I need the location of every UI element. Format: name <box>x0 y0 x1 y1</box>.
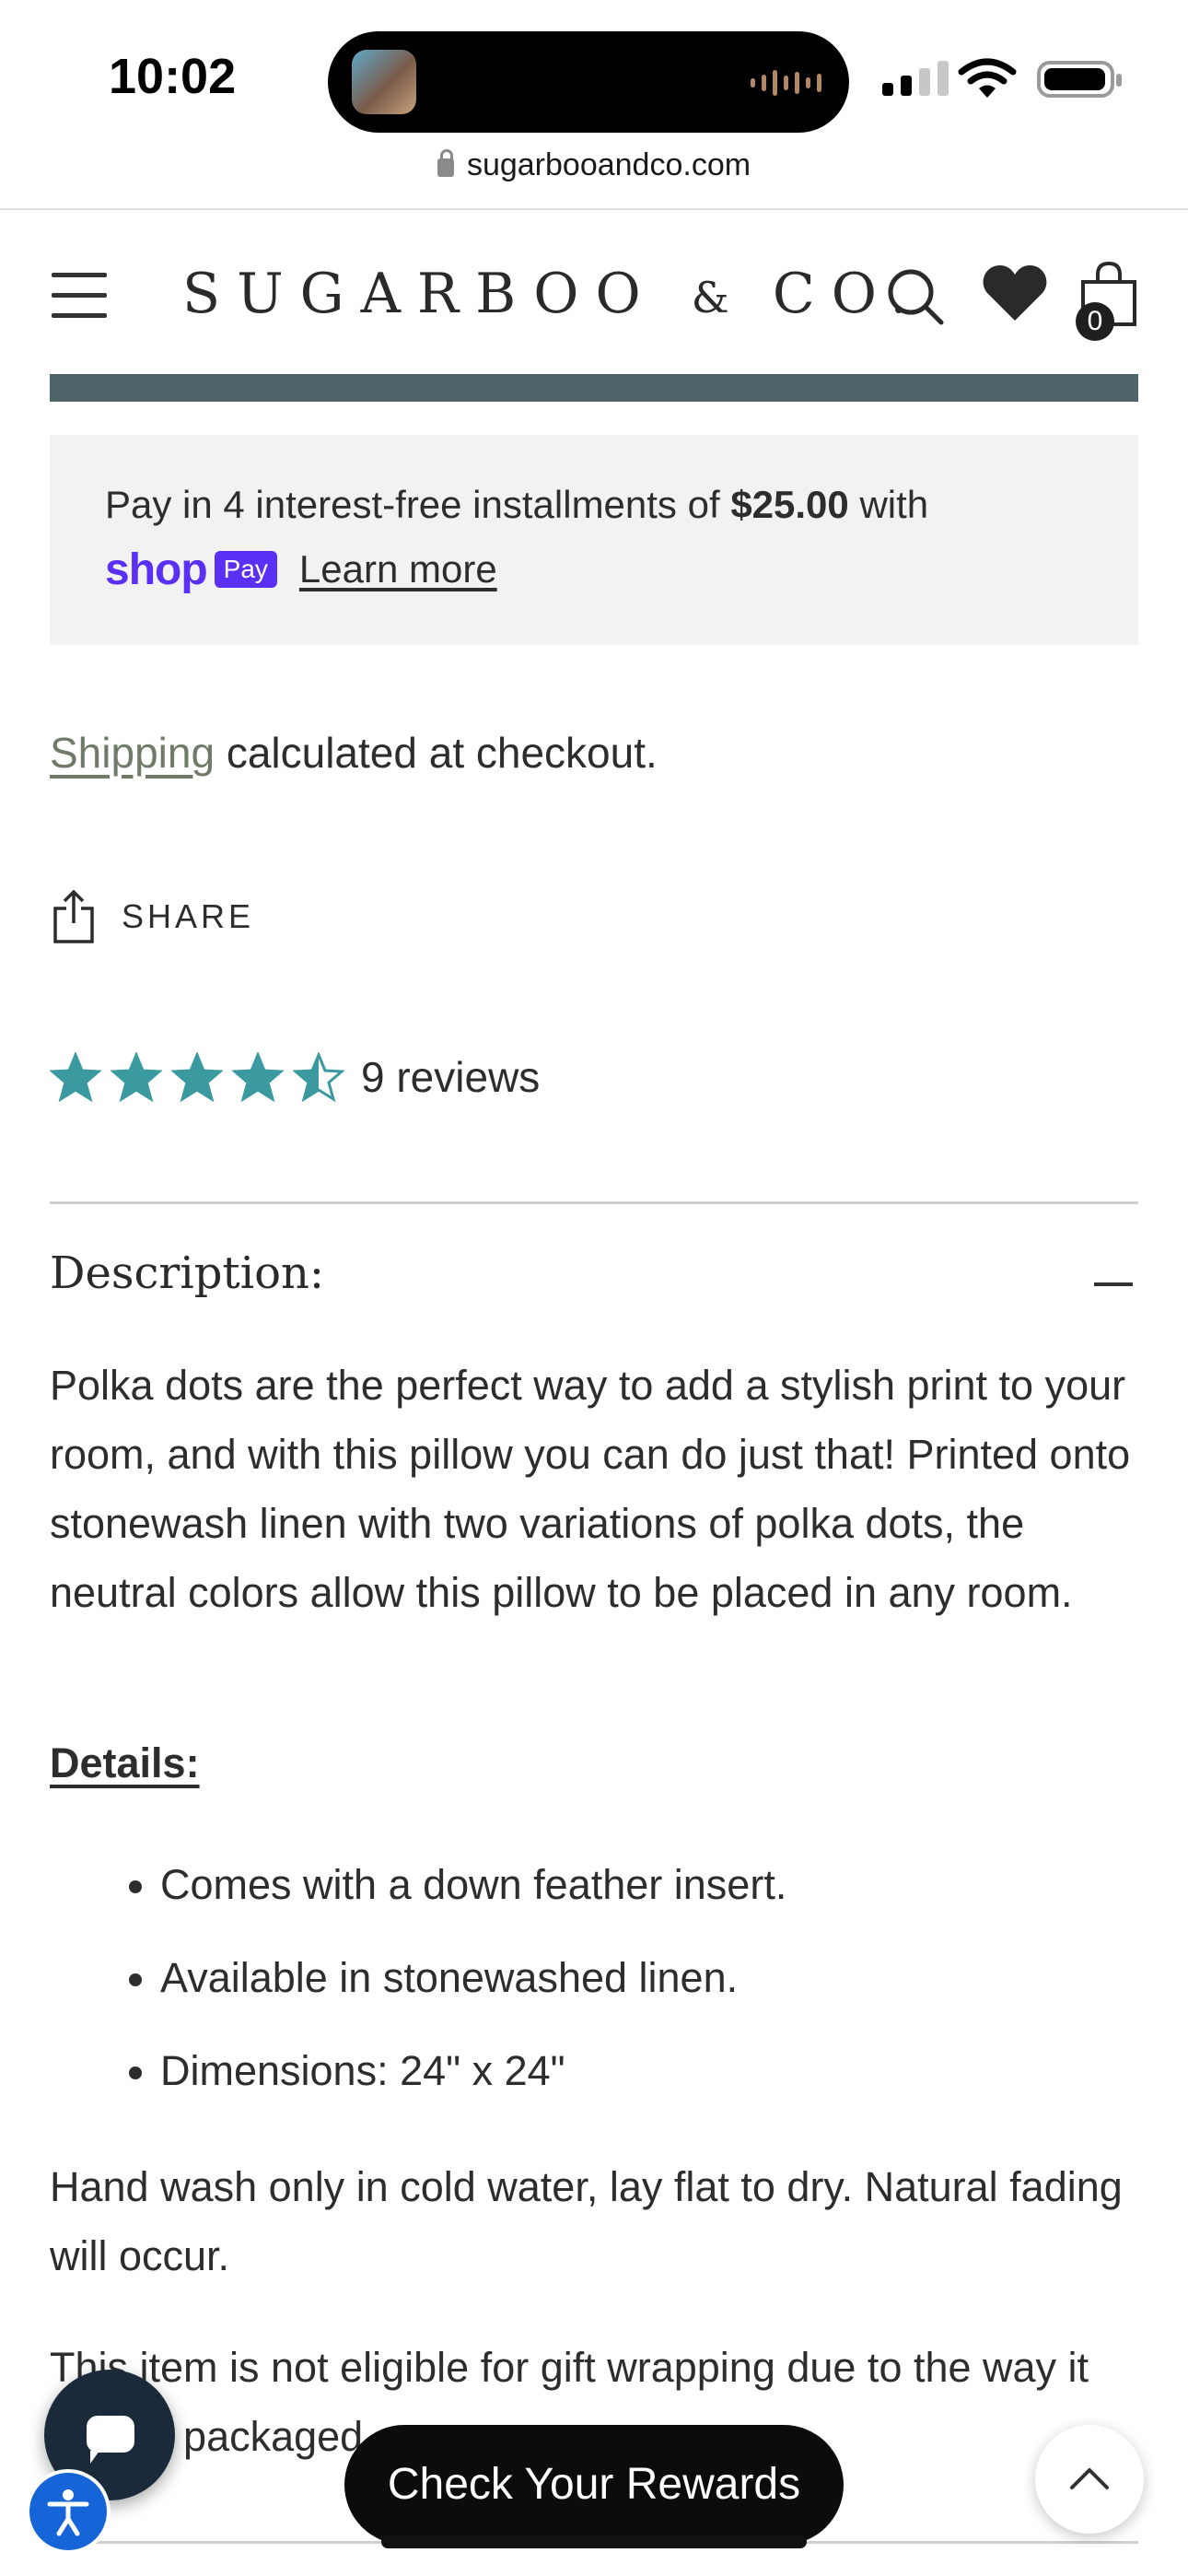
accessibility-icon <box>47 2489 89 2536</box>
details-list: Comes with a down feather insert. Availa… <box>50 1850 786 2129</box>
shop-pay-logo: shop <box>105 544 208 594</box>
list-item: Dimensions: 24" x 24" <box>160 2036 786 2129</box>
share-label: SHARE <box>122 897 255 935</box>
product-rating[interactable]: 9 reviews <box>50 1052 540 1102</box>
care-instructions: Hand wash only in cold water, lay flat t… <box>50 2163 1123 2279</box>
star-icon <box>111 1052 162 1102</box>
menu-icon[interactable] <box>52 273 107 319</box>
details-label: Details: <box>50 1739 200 1786</box>
product-page: 10:02 sugarbooandco.com SUGARBOO & CO. 0… <box>0 0 1188 2576</box>
collapse-minus-icon[interactable] <box>1094 1282 1133 1286</box>
audio-waveform-icon <box>751 68 821 98</box>
accessibility-button[interactable] <box>26 2469 111 2554</box>
pay-badge: Pay <box>214 551 277 588</box>
share-button[interactable]: SHARE <box>52 890 254 943</box>
list-item: Comes with a down feather insert. <box>160 1850 786 1943</box>
search-icon[interactable] <box>886 267 945 326</box>
installment-amount: $25.00 <box>730 483 849 526</box>
wifi-icon <box>958 58 1017 98</box>
address-bar[interactable]: sugarbooandco.com <box>0 147 1188 192</box>
share-icon <box>53 890 94 943</box>
now-playing-thumbnail <box>352 50 416 114</box>
cart-count-badge: 0 <box>1076 302 1114 341</box>
shipping-link[interactable]: Shipping <box>50 729 215 777</box>
cellular-signal-icon <box>882 61 949 96</box>
add-to-cart-bar[interactable] <box>50 374 1138 402</box>
chat-icon <box>87 2416 134 2464</box>
description-heading[interactable]: Description: <box>50 1247 324 1299</box>
star-icon <box>171 1052 223 1102</box>
divider <box>50 1201 1138 1204</box>
clock: 10:02 <box>109 49 237 104</box>
reviews-count[interactable]: 9 reviews <box>361 1052 540 1102</box>
dynamic-island[interactable] <box>328 31 849 133</box>
star-rating <box>50 1052 344 1102</box>
lock-icon <box>437 149 454 177</box>
star-icon <box>50 1052 101 1102</box>
status-bar: 10:02 <box>0 0 1188 147</box>
shop-pay-installments-box: Pay in 4 interest-free installments of $… <box>50 435 1138 645</box>
installments-text: Pay in 4 interest-free installments of $… <box>105 483 929 526</box>
url-text: sugarbooandco.com <box>466 147 751 182</box>
list-item: Available in stonewashed linen. <box>160 1943 786 2036</box>
site-header: SUGARBOO & CO. 0 <box>0 210 1188 376</box>
heart-icon[interactable] <box>982 263 1048 322</box>
shipping-note: Shipping calculated at checkout. <box>50 729 658 777</box>
description-body: Polka dots are the perfect way to add a … <box>50 1362 1131 1616</box>
chevron-up-icon <box>1070 2468 1109 2489</box>
star-icon <box>293 1052 344 1102</box>
shop-pay-row: shop Pay Learn more <box>105 544 497 595</box>
check-rewards-button[interactable]: Check Your Rewards <box>344 2425 844 2545</box>
scroll-to-top-button[interactable] <box>1035 2425 1144 2534</box>
brand-logo[interactable]: SUGARBOO & CO. <box>182 262 924 326</box>
battery-icon <box>1037 61 1122 98</box>
learn-more-link[interactable]: Learn more <box>299 547 497 591</box>
home-indicator <box>381 2535 807 2548</box>
star-icon <box>232 1052 284 1102</box>
